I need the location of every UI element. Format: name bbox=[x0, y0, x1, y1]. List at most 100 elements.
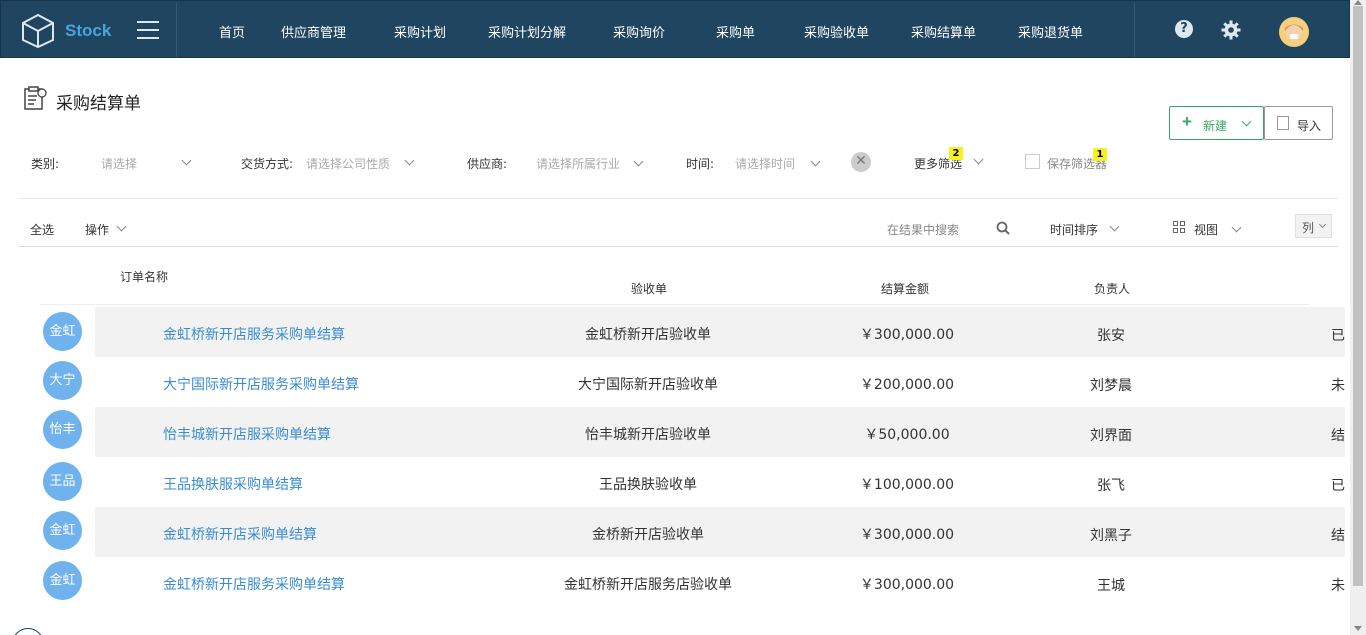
time-filter-label: 时间: bbox=[686, 157, 715, 171]
row-avatar[interactable]: 金虹 bbox=[43, 561, 82, 600]
status-cell: 已 bbox=[1331, 478, 1345, 494]
operation-dropdown[interactable]: 操作 bbox=[85, 221, 109, 238]
new-button-label: 新建 bbox=[1203, 119, 1228, 133]
column-header-amount: 结算金额 bbox=[881, 282, 930, 296]
nav-item-purchase-inquiry[interactable]: 采购询价 bbox=[613, 22, 665, 41]
order-name-link[interactable]: 金虹桥新开店服务采购单结算 bbox=[163, 324, 345, 344]
chevron-down-icon[interactable] bbox=[1109, 221, 1120, 232]
nav-item-supplier-management[interactable]: 供应商管理 bbox=[281, 22, 346, 41]
clipboard-icon bbox=[24, 86, 47, 110]
chevron-down-icon[interactable] bbox=[1231, 222, 1242, 233]
order-name-link[interactable]: 大宁国际新开店服务采购单结算 bbox=[163, 374, 359, 394]
time-sort-dropdown[interactable]: 时间排序 bbox=[1050, 221, 1098, 238]
amount-cell: ￥300,000.00 bbox=[859, 527, 955, 543]
scroll-up-icon[interactable] bbox=[1354, 0, 1362, 5]
logo-area: Stock bbox=[5, 3, 177, 57]
chevron-down-icon[interactable] bbox=[973, 154, 984, 165]
help-icon[interactable]: ? bbox=[1175, 20, 1193, 38]
row-avatar[interactable]: 怡丰 bbox=[43, 410, 82, 449]
owner-cell: 刘界面 bbox=[1090, 428, 1132, 444]
supplier-select[interactable]: 请选择所属行业 bbox=[536, 155, 620, 172]
scroll-down-icon[interactable] bbox=[1354, 626, 1362, 631]
user-avatar[interactable] bbox=[1279, 17, 1309, 47]
chevron-down-icon[interactable] bbox=[116, 221, 127, 232]
nav-item-plan-breakdown[interactable]: 采购计划分解 bbox=[488, 22, 566, 41]
row-avatar[interactable]: 金虹 bbox=[43, 511, 82, 550]
grid-view-icon[interactable] bbox=[1173, 221, 1185, 233]
column-header-order-name: 订单名称 bbox=[120, 270, 169, 284]
acceptance-cell: 大宁国际新开店验收单 bbox=[578, 377, 718, 393]
chevron-down-icon bbox=[1241, 116, 1252, 127]
vertical-scrollbar[interactable] bbox=[1350, 0, 1366, 635]
owner-cell: 刘黑子 bbox=[1090, 528, 1132, 544]
owner-cell: 刘梦晨 bbox=[1090, 378, 1132, 394]
time-select[interactable]: 请选择时间 bbox=[735, 155, 795, 172]
chevron-down-icon[interactable] bbox=[404, 155, 415, 166]
user-face-icon bbox=[1285, 24, 1303, 41]
supplier-filter-label: 供应商: bbox=[467, 157, 508, 171]
gear-icon[interactable] bbox=[1221, 20, 1241, 40]
search-input[interactable]: 在结果中搜索 bbox=[887, 221, 959, 238]
acceptance-cell: 金虹桥新开店验收单 bbox=[585, 327, 711, 343]
order-name-link[interactable]: 金虹桥新开店采购单结算 bbox=[163, 524, 317, 544]
scrollbar-thumb[interactable] bbox=[1353, 6, 1363, 586]
amount-cell: ￥200,000.00 bbox=[859, 377, 955, 393]
status-cell: 未 bbox=[1331, 378, 1345, 394]
acceptance-cell: 王品换肤验收单 bbox=[599, 477, 697, 493]
acceptance-cell: 怡丰城新开店验收单 bbox=[585, 427, 711, 443]
nav-item-purchase-plan[interactable]: 采购计划 bbox=[394, 22, 446, 41]
nav-item-home[interactable]: 首页 bbox=[219, 22, 245, 41]
divider bbox=[40, 304, 1310, 305]
nav-item-acceptance[interactable]: 采购验收单 bbox=[804, 22, 869, 41]
page-title: 采购结算单 bbox=[56, 94, 141, 114]
chevron-down-icon[interactable] bbox=[181, 155, 192, 166]
partial-avatar bbox=[12, 628, 44, 635]
plus-icon: + bbox=[1182, 112, 1192, 131]
order-name-link[interactable]: 怡丰城新开店服采购单结算 bbox=[163, 424, 331, 444]
row-avatar[interactable]: 大宁 bbox=[43, 361, 82, 400]
amount-cell: ￥100,000.00 bbox=[859, 477, 955, 493]
search-icon[interactable] bbox=[996, 221, 1010, 235]
order-name-link[interactable]: 王品换肤服采购单结算 bbox=[163, 474, 303, 494]
more-filter-badge: 2 bbox=[949, 147, 963, 160]
chevron-down-icon[interactable] bbox=[810, 156, 821, 167]
row-avatar[interactable]: 王品 bbox=[43, 462, 82, 501]
new-button[interactable]: + 新建 bbox=[1169, 106, 1264, 140]
import-button-label: 导入 bbox=[1297, 119, 1322, 133]
status-cell: 未 bbox=[1331, 578, 1345, 594]
owner-cell: 王城 bbox=[1097, 578, 1125, 594]
delivery-select[interactable]: 请选择公司性质 bbox=[306, 155, 390, 172]
select-all-button[interactable]: 全选 bbox=[30, 221, 54, 238]
top-navigation-bar: Stock 首页 供应商管理 采购计划 采购计划分解 采购询价 采购单 采购验收… bbox=[0, 0, 1350, 58]
import-button[interactable]: 导入 bbox=[1264, 106, 1333, 140]
row-avatar[interactable]: 金虹 bbox=[43, 312, 82, 351]
category-select[interactable]: 请选择 bbox=[101, 155, 137, 172]
divider bbox=[18, 246, 1338, 247]
nav-right-tools: ? bbox=[1134, 3, 1350, 57]
acceptance-cell: 金虹桥新开店服务店验收单 bbox=[564, 577, 732, 593]
nav-item-returns[interactable]: 采购退货单 bbox=[1018, 22, 1083, 41]
amount-cell: ￥300,000.00 bbox=[859, 327, 955, 343]
save-filter-icon[interactable] bbox=[1025, 154, 1040, 169]
view-dropdown[interactable]: 视图 bbox=[1194, 221, 1218, 238]
chevron-down-icon[interactable] bbox=[633, 156, 644, 167]
divider bbox=[18, 198, 1338, 199]
order-name-link[interactable]: 金虹桥新开店服务采购单结算 bbox=[163, 574, 345, 594]
amount-cell: ￥300,000.00 bbox=[859, 577, 955, 593]
clear-filter-icon[interactable]: ✕ bbox=[851, 152, 871, 172]
document-icon bbox=[1277, 116, 1289, 130]
menu-toggle-icon[interactable] bbox=[137, 21, 159, 39]
nav-item-purchase-order[interactable]: 采购单 bbox=[716, 22, 755, 41]
acceptance-cell: 金桥新开店验收单 bbox=[592, 527, 704, 543]
app-name[interactable]: Stock bbox=[65, 21, 111, 41]
category-filter-label: 类别: bbox=[31, 157, 60, 171]
columns-button[interactable]: 列 bbox=[1295, 214, 1332, 238]
status-cell: 已 bbox=[1331, 328, 1345, 344]
save-filter-badge: 1 bbox=[1093, 148, 1107, 161]
cube-logo-icon bbox=[22, 13, 54, 49]
nav-item-settlement[interactable]: 采购结算单 bbox=[911, 22, 976, 41]
columns-button-label: 列 bbox=[1302, 221, 1315, 235]
owner-cell: 张安 bbox=[1097, 328, 1125, 344]
chevron-down-icon bbox=[1318, 220, 1327, 229]
column-header-acceptance: 验收单 bbox=[631, 282, 668, 296]
